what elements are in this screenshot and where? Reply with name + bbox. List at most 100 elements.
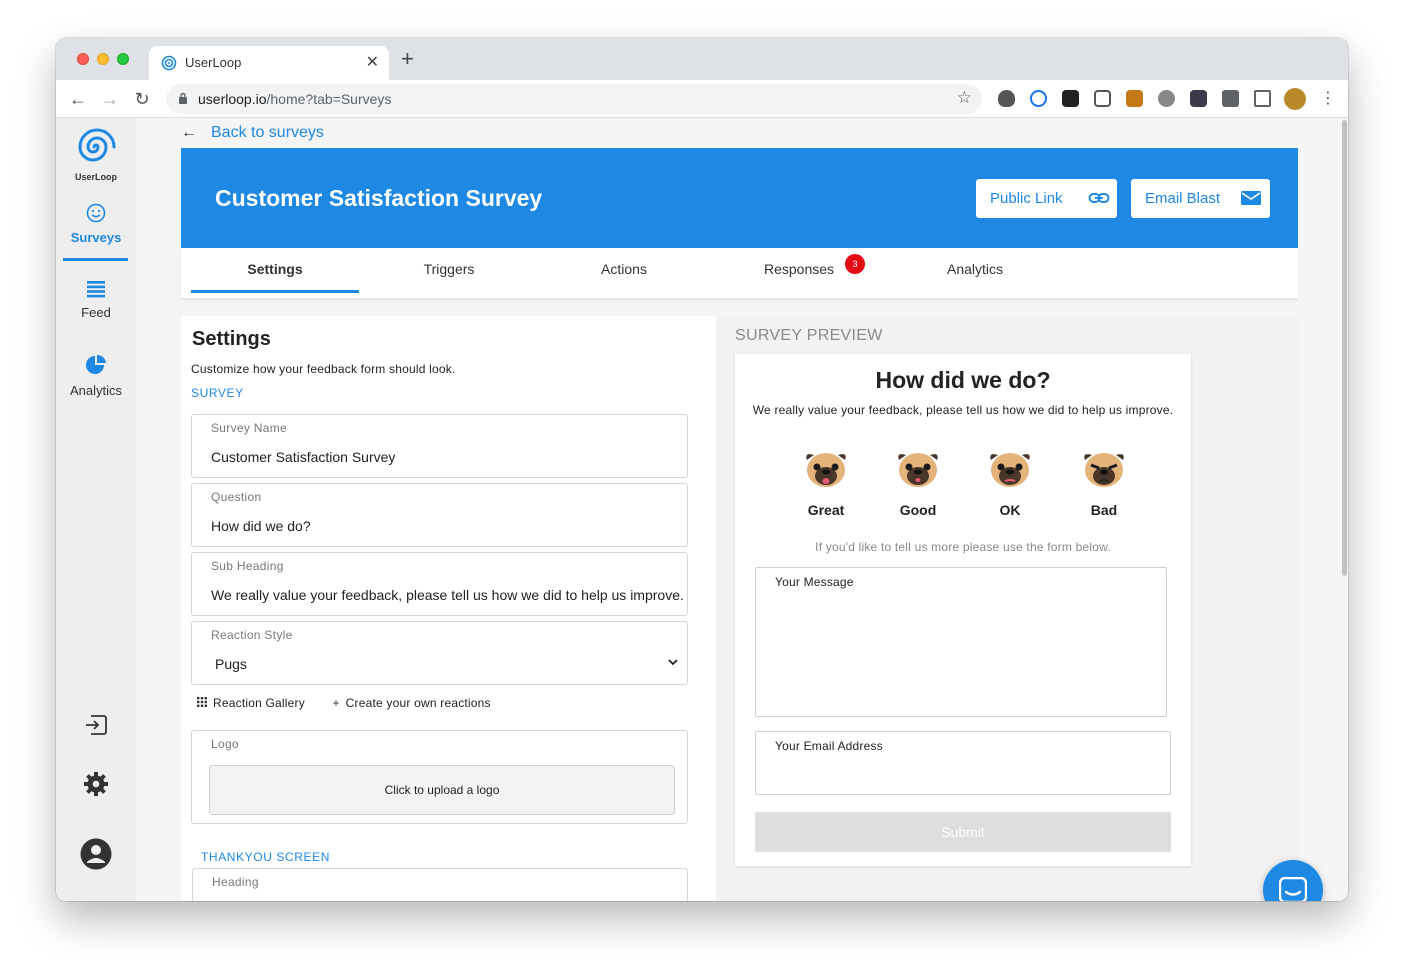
- reaction-bad[interactable]: Bad: [1074, 450, 1134, 518]
- pug-great-icon: [806, 453, 846, 487]
- tab-triggers[interactable]: Triggers: [364, 248, 534, 298]
- heading-field[interactable]: Heading: [192, 868, 688, 901]
- maximize-window-button[interactable]: [117, 53, 129, 65]
- browser-window: UserLoop ✕ + ← → ↻ userloop.io/home?tab=…: [56, 38, 1348, 901]
- survey-section-label: SURVEY: [191, 386, 244, 400]
- sidebar: UserLoop Surveys Feed Analytics: [56, 118, 136, 901]
- pug-good-icon: [898, 453, 938, 487]
- settings-panel: Settings Customize how your feedback for…: [181, 316, 716, 901]
- reaction-good[interactable]: Good: [888, 450, 948, 518]
- reaction-great[interactable]: Great: [796, 450, 856, 518]
- pie-chart-icon: [86, 354, 106, 374]
- active-nav-indicator: [63, 258, 128, 261]
- pocket-extension-icon[interactable]: [1094, 90, 1111, 107]
- password-extension-icon[interactable]: [1030, 90, 1047, 107]
- reaction-style-value: Pugs: [215, 656, 247, 672]
- browser-menu-icon[interactable]: ⋮: [1318, 89, 1338, 109]
- shield-extension-icon[interactable]: [998, 90, 1015, 107]
- scrollbar-thumb[interactable]: [1342, 120, 1347, 576]
- preview-more-text: If you'd like to tell us more please use…: [815, 540, 1111, 554]
- url-text: userloop.io/home?tab=Surveys: [198, 91, 392, 107]
- reaction-links-row: Reaction Gallery + Create your own reacti…: [197, 696, 515, 710]
- forward-arrow-icon[interactable]: →: [100, 89, 120, 109]
- sidebar-item-feed[interactable]: Feed: [56, 280, 136, 320]
- responses-count-badge: 3: [845, 254, 865, 274]
- chevron-down-icon: [668, 659, 678, 666]
- spiral-logo-icon: [78, 128, 116, 162]
- extension-icon-3[interactable]: [1062, 90, 1079, 107]
- page: UserLoop Surveys Feed Analytics ← Back t…: [56, 118, 1348, 901]
- settings-title: Settings: [192, 328, 271, 350]
- new-tab-icon[interactable]: +: [401, 48, 414, 70]
- reaction-ok[interactable]: OK: [980, 450, 1040, 518]
- page-scrollbar[interactable]: [1340, 118, 1348, 901]
- survey-name-field[interactable]: Survey Name Customer Satisfaction Survey: [191, 414, 688, 478]
- browser-toolbar: ← → ↻ userloop.io/home?tab=Surveys ☆ ⋮: [56, 80, 1348, 118]
- email-blast-button[interactable]: Email Blast: [1131, 179, 1270, 218]
- sidebar-item-surveys[interactable]: Surveys: [56, 203, 136, 245]
- sidebar-item-label: Surveys: [70, 230, 122, 245]
- sub-heading-input[interactable]: We really value your feedback, please te…: [211, 587, 685, 603]
- tab-actions[interactable]: Actions: [539, 248, 709, 298]
- tab-strip: UserLoop ✕ +: [56, 38, 1348, 80]
- lock-icon: [179, 92, 187, 104]
- thankyou-section-label: THANKYOU SCREEN: [201, 850, 331, 864]
- extension-icon-5[interactable]: [1126, 90, 1143, 107]
- minimize-window-button[interactable]: [97, 53, 109, 65]
- survey-preview-label: SURVEY PREVIEW: [735, 327, 883, 344]
- account-icon[interactable]: [80, 838, 112, 870]
- create-reactions-link[interactable]: + Create your own reactions: [332, 696, 490, 710]
- address-bar[interactable]: userloop.io/home?tab=Surveys ☆: [166, 84, 982, 114]
- sidebar-item-label: Analytics: [69, 383, 123, 398]
- cast-icon[interactable]: [1254, 90, 1271, 107]
- reaction-style-select[interactable]: Reaction Style Pugs: [191, 621, 688, 685]
- survey-name-input[interactable]: Customer Satisfaction Survey: [211, 449, 685, 465]
- preview-sub-heading: We really value your feedback, please te…: [752, 403, 1174, 417]
- reaction-gallery-link[interactable]: Reaction Gallery: [197, 696, 305, 710]
- bookmark-star-icon[interactable]: ☆: [957, 88, 972, 108]
- survey-header: Customer Satisfaction Survey Public Link…: [181, 148, 1298, 248]
- reaction-label: Good: [899, 502, 937, 518]
- userloop-favicon-icon: [161, 55, 177, 71]
- back-arrow-icon: ←: [181, 124, 197, 141]
- link-icon: [1088, 193, 1110, 203]
- mail-icon: [1241, 191, 1261, 205]
- submit-button[interactable]: Submit: [755, 812, 1171, 852]
- logout-icon[interactable]: [85, 715, 107, 735]
- reaction-label: Great: [807, 502, 845, 518]
- upload-logo-button[interactable]: Click to upload a logo: [209, 765, 675, 815]
- reaction-label: Bad: [1090, 502, 1118, 518]
- sidebar-item-label: Feed: [81, 305, 111, 320]
- pug-bad-icon: [1084, 453, 1124, 487]
- reaction-label: OK: [999, 502, 1021, 518]
- extension-icon-7[interactable]: [1190, 90, 1207, 107]
- public-link-button[interactable]: Public Link: [976, 179, 1117, 218]
- chat-icon: [1279, 877, 1307, 901]
- gear-icon[interactable]: [83, 771, 109, 797]
- question-input[interactable]: How did we do?: [211, 518, 685, 534]
- logo-text: UserLoop: [74, 172, 117, 182]
- close-tab-icon[interactable]: ✕: [366, 52, 379, 72]
- active-tab-indicator: [191, 290, 359, 293]
- reload-icon[interactable]: ↻: [132, 89, 152, 109]
- back-to-surveys-link[interactable]: ← Back to surveys: [181, 124, 324, 142]
- browser-tab[interactable]: UserLoop ✕: [149, 46, 389, 80]
- sidebar-item-analytics[interactable]: Analytics: [56, 354, 136, 398]
- puzzle-extensions-icon[interactable]: [1222, 90, 1239, 107]
- email-field[interactable]: Your Email Address: [755, 731, 1171, 795]
- survey-tabs: Settings Triggers Actions Responses 3 An…: [181, 248, 1298, 298]
- profile-avatar[interactable]: [1284, 88, 1306, 110]
- settings-description: Customize how your feedback form should …: [191, 362, 456, 376]
- extension-icon-6[interactable]: [1158, 90, 1175, 107]
- preview-question: How did we do?: [875, 367, 1051, 393]
- question-field[interactable]: Question How did we do?: [191, 483, 688, 547]
- tab-analytics[interactable]: Analytics: [890, 248, 1060, 298]
- sub-heading-field[interactable]: Sub Heading We really value your feedbac…: [191, 552, 688, 616]
- survey-title: Customer Satisfaction Survey: [215, 185, 543, 211]
- userloop-logo[interactable]: UserLoop: [70, 128, 122, 182]
- logo-field: Logo Click to upload a logo: [191, 730, 688, 824]
- message-textarea[interactable]: Your Message: [755, 567, 1167, 717]
- back-arrow-icon[interactable]: ←: [68, 89, 88, 109]
- smiley-icon: [86, 203, 106, 223]
- close-window-button[interactable]: [77, 53, 89, 65]
